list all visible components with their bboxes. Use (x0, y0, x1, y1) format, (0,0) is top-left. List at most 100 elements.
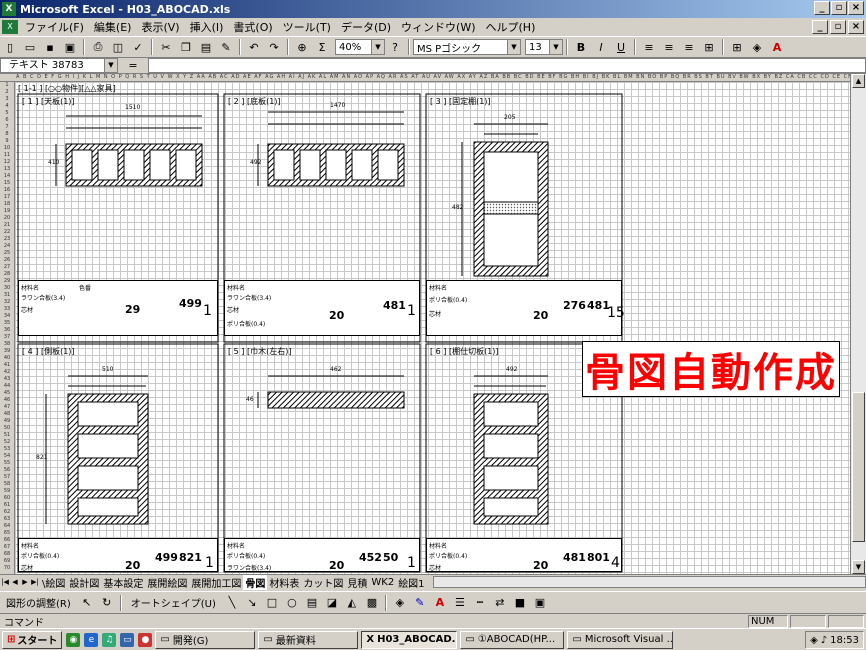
workbook-icon[interactable]: X (2, 20, 18, 34)
print-icon[interactable]: ⎙ (89, 38, 107, 56)
clipart-icon[interactable]: ◭ (343, 594, 361, 612)
formula-input[interactable] (148, 58, 866, 73)
merge-center-icon[interactable]: ⊞ (700, 38, 718, 56)
copy-icon[interactable]: ❐ (177, 38, 195, 56)
start-button[interactable]: ⊞ スタート (2, 630, 63, 649)
textbox-icon[interactable]: ▤ (303, 594, 321, 612)
free-rotate-icon[interactable]: ↻ (98, 594, 116, 612)
autosum-icon[interactable]: Σ (313, 38, 331, 56)
menu-tools[interactable]: ツール(T) (278, 19, 336, 35)
menu-insert[interactable]: 挿入(I) (185, 19, 229, 35)
tab-sheet-1[interactable]: 設計図 (67, 575, 101, 590)
underline-button[interactable]: U (612, 38, 630, 56)
line-icon[interactable]: ╲ (223, 594, 241, 612)
tab-sheet-5[interactable]: 骨図 (243, 574, 268, 590)
media-icon[interactable]: ♫ (102, 632, 117, 647)
ie-icon[interactable]: e (84, 632, 99, 647)
tab-sheet-2[interactable]: 基本設定 (101, 575, 145, 590)
vertical-scrollbar[interactable]: ▲ ▼ (850, 74, 866, 574)
task-excel[interactable]: XH03_ABOCAD.... (361, 630, 458, 649)
minimize-button[interactable]: _ (814, 1, 830, 15)
tab-sheet-9[interactable]: WK2 (369, 577, 396, 588)
tray-volume-icon[interactable]: ♪ (821, 635, 827, 646)
tab-sheet-0[interactable]: \絵図 (40, 575, 67, 590)
font-select[interactable]: MS Pゴシック ▼ (413, 39, 521, 55)
spelling-icon[interactable]: ✓ (129, 38, 147, 56)
tab-sheet-6[interactable]: 材料表 (267, 575, 301, 590)
fill-color-draw-icon[interactable]: ◈ (391, 594, 409, 612)
restore-button[interactable]: ▫ (831, 1, 847, 15)
menu-format[interactable]: 書式(O) (228, 19, 277, 35)
tab-sheet-10[interactable]: 絵図1 (396, 575, 426, 590)
hyperlink-icon[interactable]: ⊕ (293, 38, 311, 56)
last-sheet-icon[interactable]: ▶| (30, 578, 40, 586)
tab-sheet-3[interactable]: 展開絵図 (145, 575, 189, 590)
redo-icon[interactable]: ↷ (265, 38, 283, 56)
app-icon[interactable]: ● (138, 632, 153, 647)
tray-network-icon[interactable]: ◈ (810, 635, 818, 646)
draw-adjust-menu[interactable]: 図形の調整(R) (0, 595, 77, 610)
horizontal-scrollbar[interactable] (432, 576, 866, 588)
print-preview-icon[interactable]: ◫ (109, 38, 127, 56)
align-right-icon[interactable]: ≡ (680, 38, 698, 56)
font-size-select[interactable]: 13 ▼ (525, 39, 563, 55)
task-visual[interactable]: ▭ Microsoft Visual ... (567, 630, 674, 649)
arrow-style-icon[interactable]: ⇄ (491, 594, 509, 612)
fill-color-icon[interactable]: ◈ (748, 38, 766, 56)
tab-sheet-4[interactable]: 展開加工図 (189, 575, 243, 590)
tab-sheet-8[interactable]: 見積 (345, 575, 369, 590)
line-style-icon[interactable]: ☰ (451, 594, 469, 612)
task-abocad-hp[interactable]: ▭ ①ABOCAD(HP... (460, 630, 565, 649)
excel-icon[interactable]: X (2, 2, 16, 16)
prev-sheet-icon[interactable]: ◀ (10, 578, 20, 586)
line-color-icon[interactable]: ✎ (411, 594, 429, 612)
font-color-icon[interactable]: A (768, 38, 786, 56)
shadow-icon[interactable]: ■ (511, 594, 529, 612)
desktop-icon[interactable]: ▭ (120, 632, 135, 647)
open-icon[interactable]: ▭ (21, 38, 39, 56)
save-icon[interactable]: ▪ (41, 38, 59, 56)
bold-button[interactable]: B (572, 38, 590, 56)
zoom-select[interactable]: 40% ▼ (335, 39, 385, 55)
task-dev[interactable]: ▭ 開発(G) (155, 630, 256, 649)
doc-close-button[interactable]: × (848, 20, 864, 34)
arrow-icon[interactable]: ↘ (243, 594, 261, 612)
doc-minimize-button[interactable]: _ (812, 20, 828, 34)
scroll-up-icon[interactable]: ▲ (852, 74, 865, 88)
spreadsheet[interactable]: A B C D E F G H I J K L M N O P Q R S T … (0, 74, 850, 574)
menu-edit[interactable]: 編集(E) (89, 19, 137, 35)
task-latest[interactable]: ▭ 最新資料 (258, 630, 359, 649)
cut-icon[interactable]: ✂ (157, 38, 175, 56)
name-box[interactable]: テキスト 38783 ▼ (0, 58, 118, 73)
wordart-icon[interactable]: ◪ (323, 594, 341, 612)
align-center-icon[interactable]: ≡ (660, 38, 678, 56)
tab-sheet-7[interactable]: カット図 (301, 575, 345, 590)
menu-view[interactable]: 表示(V) (136, 19, 184, 35)
first-sheet-icon[interactable]: |◀ (0, 578, 10, 586)
select-objects-icon[interactable]: ↖ (78, 594, 96, 612)
help-icon[interactable]: ? (386, 38, 404, 56)
align-left-icon[interactable]: ≡ (640, 38, 658, 56)
scroll-thumb[interactable] (852, 392, 865, 542)
autoshape-menu[interactable]: オートシェイプ(U) (125, 595, 222, 610)
doc-restore-button[interactable]: ▫ (830, 20, 846, 34)
menu-file[interactable]: ファイル(F) (20, 19, 89, 35)
font-color-draw-icon[interactable]: A (431, 594, 449, 612)
undo-icon[interactable]: ↶ (245, 38, 263, 56)
dash-style-icon[interactable]: ┅ (471, 594, 489, 612)
new-icon[interactable]: ▯ (1, 38, 19, 56)
rectangle-icon[interactable]: □ (263, 594, 281, 612)
format-painter-icon[interactable]: ✎ (217, 38, 235, 56)
menu-help[interactable]: ヘルプ(H) (481, 19, 541, 35)
oval-icon[interactable]: ○ (283, 594, 301, 612)
close-button[interactable]: × (848, 1, 864, 15)
italic-button[interactable]: I (592, 38, 610, 56)
paste-icon[interactable]: ▤ (197, 38, 215, 56)
scroll-down-icon[interactable]: ▼ (852, 560, 865, 574)
3d-icon[interactable]: ▣ (531, 594, 549, 612)
menu-data[interactable]: データ(D) (336, 19, 396, 35)
menu-window[interactable]: ウィンドウ(W) (396, 19, 480, 35)
next-sheet-icon[interactable]: ▶ (20, 578, 30, 586)
borders-icon[interactable]: ⊞ (728, 38, 746, 56)
quicklaunch-app-icon[interactable]: ◉ (66, 632, 81, 647)
